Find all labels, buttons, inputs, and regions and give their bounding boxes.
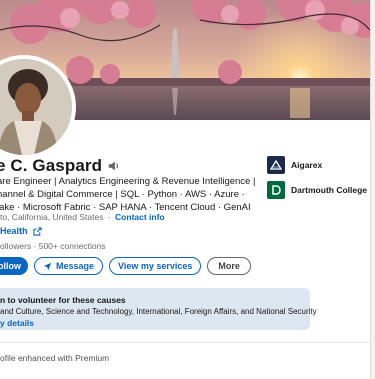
view-services-button[interactable]: View my services [109, 257, 202, 275]
message-label: Message [56, 261, 95, 271]
location-row: to, California, United States · Contact … [0, 212, 165, 222]
headline-line: are Engineer | Analytics Engineering & R… [0, 176, 256, 187]
profile-card: e C. Gaspard are Engineer | Analytics En… [0, 0, 371, 379]
followers-connections[interactable]: ollowers · 500+ connections [0, 241, 106, 251]
profile-organizations: Aigarex Dartmouth College [267, 156, 370, 206]
location-text: to, California, United States [0, 212, 104, 222]
external-link-icon [32, 226, 42, 236]
org-label: Dartmouth College [291, 185, 368, 195]
volunteer-causes: and Culture, Science and Technology, Int… [0, 307, 317, 316]
name-pronunciation-speaker-icon[interactable] [107, 159, 121, 173]
avatar-image [0, 59, 72, 155]
more-button[interactable]: More [207, 257, 251, 275]
name-row: e C. Gaspard [0, 156, 121, 176]
section-divider [0, 342, 370, 343]
volunteer-details-link[interactable]: y details [0, 318, 310, 328]
message-button[interactable]: Message [34, 257, 104, 275]
org-item-dartmouth[interactable]: Dartmouth College [267, 181, 370, 199]
contact-info-link[interactable]: Contact info [115, 212, 165, 222]
profile-actions: ollow Message View my services More [0, 257, 251, 275]
follow-button[interactable]: ollow [0, 257, 28, 275]
profile-headline: are Engineer | Analytics Engineering & R… [0, 175, 262, 214]
org-item-aigarex[interactable]: Aigarex [267, 156, 370, 174]
volunteer-title: n to volunteer for these causes [0, 295, 126, 305]
premium-note: ofile enhanced with Premium [0, 353, 110, 363]
aigarex-logo-icon [267, 156, 285, 174]
dartmouth-logo-icon [267, 181, 285, 199]
website-link[interactable]: Health [0, 226, 42, 236]
headline-line: hannel & Digital Commerce | SQL · Python… [0, 189, 245, 200]
org-label: Aigarex [291, 160, 323, 170]
profile-name: e C. Gaspard [0, 156, 103, 175]
website-label: Health [0, 226, 28, 236]
volunteer-causes-box: n to volunteer for these causes and Cult… [0, 288, 317, 330]
send-icon [43, 262, 52, 270]
